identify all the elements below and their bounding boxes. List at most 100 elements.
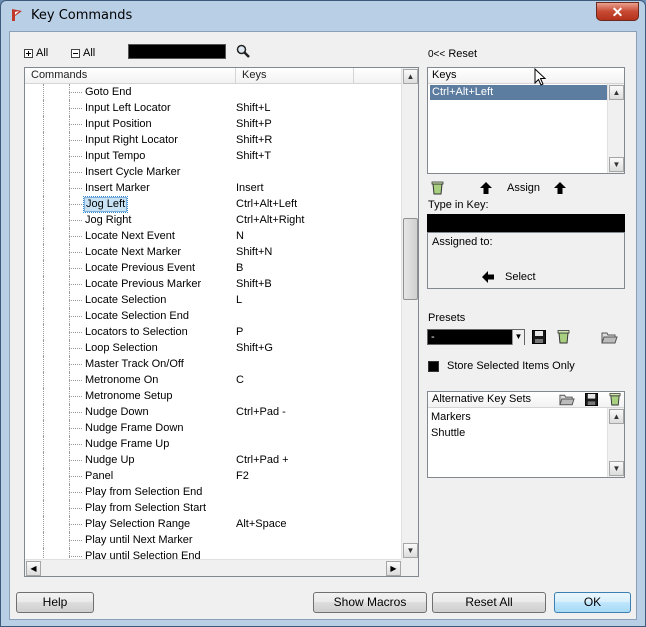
save-preset-icon[interactable] xyxy=(532,330,546,344)
command-row[interactable]: Nudge Frame Down xyxy=(25,420,402,436)
store-selected-checkbox[interactable] xyxy=(428,361,439,372)
command-row[interactable]: Locate Selection L xyxy=(25,292,402,308)
command-row[interactable]: Input Position Shift+P xyxy=(25,116,402,132)
command-name[interactable]: Nudge Down xyxy=(84,404,150,420)
command-name[interactable]: Master Track On/Off xyxy=(84,356,185,372)
presets-dropdown[interactable]: - ▼ xyxy=(427,329,525,345)
vertical-scrollbar[interactable]: ▲ ▼ xyxy=(401,68,418,559)
command-row[interactable]: Locate Previous Event B xyxy=(25,260,402,276)
keys-scroll-up-icon[interactable]: ▲ xyxy=(609,85,624,100)
alt-scroll-up-icon[interactable]: ▲ xyxy=(609,409,624,424)
assign-up-arrow-icon-2[interactable] xyxy=(554,182,566,194)
alt-save-icon[interactable] xyxy=(585,393,598,406)
command-name[interactable]: Locate Selection xyxy=(84,292,167,308)
search-icon[interactable] xyxy=(236,44,251,59)
command-name[interactable]: Play until Next Marker xyxy=(84,532,194,548)
command-row[interactable]: Locate Selection End xyxy=(25,308,402,324)
command-name[interactable]: Nudge Frame Up xyxy=(84,436,170,452)
command-name[interactable]: Input Tempo xyxy=(84,148,146,164)
title-bar[interactable]: Key Commands ✕ xyxy=(1,1,645,31)
command-name[interactable]: Input Right Locator xyxy=(84,132,179,148)
ok-button[interactable]: OK xyxy=(554,592,631,613)
command-name[interactable]: Metronome On xyxy=(84,372,159,388)
command-row[interactable]: Metronome On C xyxy=(25,372,402,388)
command-name[interactable]: Play from Selection End xyxy=(84,484,203,500)
select-left-arrow-icon[interactable] xyxy=(482,271,494,283)
command-row[interactable]: Locate Next Marker Shift+N xyxy=(25,244,402,260)
command-row[interactable]: Jog Right Ctrl+Alt+Right xyxy=(25,212,402,228)
search-input[interactable] xyxy=(128,44,226,59)
command-row[interactable]: Panel F2 xyxy=(25,468,402,484)
close-button[interactable]: ✕ xyxy=(596,2,639,21)
command-row[interactable]: Goto End xyxy=(25,84,402,100)
collapse-all-button[interactable]: All xyxy=(71,47,95,59)
command-name[interactable]: Jog Left xyxy=(82,196,129,213)
command-row[interactable]: Play until Selection End xyxy=(25,548,402,559)
command-name[interactable]: Play from Selection Start xyxy=(84,500,207,516)
open-folder-icon[interactable] xyxy=(601,331,618,344)
assign-label[interactable]: Assign xyxy=(507,182,540,194)
assign-up-arrow-icon[interactable] xyxy=(480,182,492,194)
type-in-key-field[interactable] xyxy=(427,214,625,232)
alt-open-folder-icon[interactable] xyxy=(559,393,575,406)
keys-list[interactable]: Keys Ctrl+Alt+Left ▲ ▼ xyxy=(427,67,625,174)
command-row[interactable]: Jog Left Ctrl+Alt+Left xyxy=(25,196,402,213)
delete-preset-trash-icon[interactable] xyxy=(557,329,570,344)
scroll-up-arrow-icon[interactable]: ▲ xyxy=(403,69,418,84)
keys-column-header[interactable]: Keys xyxy=(236,68,354,84)
command-row[interactable]: Loop Selection Shift+G xyxy=(25,340,402,356)
help-button[interactable]: Help xyxy=(16,592,94,613)
command-name[interactable]: Input Left Locator xyxy=(84,100,172,116)
command-row[interactable]: Nudge Down Ctrl+Pad - xyxy=(25,404,402,420)
reset-button[interactable]: 0<< Reset xyxy=(428,48,477,60)
commands-tree[interactable]: Commands Keys Goto End Input Left Locator… xyxy=(24,67,419,577)
keys-scrollbar[interactable]: ▲ ▼ xyxy=(607,84,624,173)
command-name[interactable]: Loop Selection xyxy=(84,340,159,356)
command-row[interactable]: Insert Marker Insert xyxy=(25,180,402,196)
command-row[interactable]: Insert Cycle Marker xyxy=(25,164,402,180)
commands-column-header[interactable]: Commands xyxy=(25,68,236,84)
command-name[interactable]: Panel xyxy=(84,468,114,484)
alt-key-set-item[interactable]: Markers xyxy=(431,409,471,425)
command-name[interactable]: Metronome Setup xyxy=(84,388,173,404)
command-name[interactable]: Nudge Up xyxy=(84,452,136,468)
command-row[interactable]: Play from Selection End xyxy=(25,484,402,500)
command-name[interactable]: Goto End xyxy=(84,84,132,100)
command-row[interactable]: Play Selection Range Alt+Space xyxy=(25,516,402,532)
command-name[interactable]: Locate Selection End xyxy=(84,308,190,324)
reset-all-button[interactable]: Reset All xyxy=(432,592,546,613)
command-name[interactable]: Locate Previous Marker xyxy=(84,276,202,292)
scroll-left-arrow-icon[interactable]: ◀ xyxy=(26,561,41,576)
command-row[interactable]: Metronome Setup xyxy=(25,388,402,404)
keys-scroll-down-icon[interactable]: ▼ xyxy=(609,157,624,172)
command-name[interactable]: Locate Next Event xyxy=(84,228,176,244)
scroll-down-arrow-icon[interactable]: ▼ xyxy=(403,543,418,558)
command-row[interactable]: Nudge Frame Up xyxy=(25,436,402,452)
command-row[interactable]: Input Left Locator Shift+L xyxy=(25,100,402,116)
command-row[interactable]: Master Track On/Off xyxy=(25,356,402,372)
command-row[interactable]: Input Right Locator Shift+R xyxy=(25,132,402,148)
command-name[interactable]: Locate Previous Event xyxy=(84,260,196,276)
command-name[interactable]: Locators to Selection xyxy=(84,324,189,340)
command-row[interactable]: Play from Selection Start xyxy=(25,500,402,516)
delete-key-trash-icon[interactable] xyxy=(431,181,444,195)
alt-key-sets-scrollbar[interactable]: ▲ ▼ xyxy=(607,408,624,477)
alternative-key-sets-list[interactable]: Alternative Key Sets Markers Shuttle ▲ ▼ xyxy=(427,391,625,478)
select-label[interactable]: Select xyxy=(505,271,536,283)
command-name[interactable]: Insert Cycle Marker xyxy=(84,164,181,180)
show-macros-button[interactable]: Show Macros xyxy=(313,592,427,613)
command-name[interactable]: Nudge Frame Down xyxy=(84,420,184,436)
expand-all-button[interactable]: All xyxy=(24,47,48,59)
command-name[interactable]: Play Selection Range xyxy=(84,516,191,532)
horizontal-scrollbar[interactable]: ◀ ▶ xyxy=(25,559,402,576)
command-name[interactable]: Insert Marker xyxy=(84,180,151,196)
alt-delete-trash-icon[interactable] xyxy=(609,392,621,406)
command-name[interactable]: Play until Selection End xyxy=(84,548,202,559)
chevron-down-icon[interactable]: ▼ xyxy=(512,330,524,345)
alt-key-set-item[interactable]: Shuttle xyxy=(431,425,465,441)
command-row[interactable]: Nudge Up Ctrl+Pad + xyxy=(25,452,402,468)
command-row[interactable]: Locate Previous Marker Shift+B xyxy=(25,276,402,292)
command-name[interactable]: Input Position xyxy=(84,116,153,132)
scroll-thumb[interactable] xyxy=(403,218,418,300)
command-name[interactable]: Jog Right xyxy=(84,212,132,228)
